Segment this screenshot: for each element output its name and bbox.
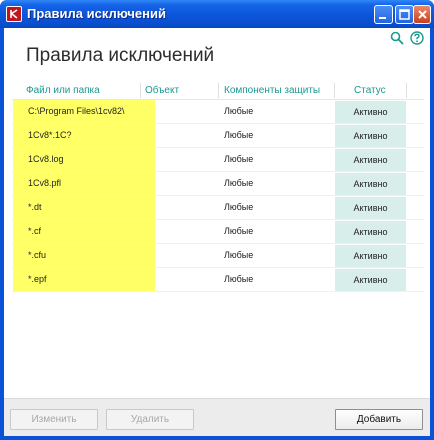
status-badge: Активно (335, 221, 406, 243)
cell-path: C:\Program Files\1cv82\ (28, 106, 125, 116)
column-divider (406, 83, 407, 98)
table-row[interactable]: *.dt Любые Активно (12, 196, 424, 220)
window-border-bottom (0, 436, 434, 440)
cell-components: Любые (224, 106, 254, 116)
cell-path: 1Cv8*.1C? (28, 130, 72, 140)
cell-path: *.cf (28, 226, 42, 236)
row-divider (12, 291, 424, 292)
help-icon[interactable] (410, 30, 424, 45)
delete-button[interactable]: Удалить (106, 409, 194, 430)
column-header-components[interactable]: Компоненты защиты (224, 85, 320, 96)
edit-button[interactable]: Изменить (10, 409, 98, 430)
table-row[interactable]: 1Cv8.pfl Любые Активно (12, 172, 424, 196)
column-divider (218, 83, 219, 98)
status-badge: Активно (335, 173, 406, 195)
cell-components: Любые (224, 250, 254, 260)
status-badge: Активно (335, 245, 406, 267)
add-button[interactable]: Добавить (335, 409, 423, 430)
minimize-button[interactable] (374, 5, 393, 24)
cell-path: *.cfu (28, 250, 47, 260)
table-row[interactable]: *.epf Любые Активно (12, 268, 424, 292)
search-icon[interactable] (390, 30, 404, 45)
column-divider (140, 83, 141, 98)
page-title: Правила исключений (26, 45, 215, 66)
cell-path: 1Cv8.log (28, 154, 64, 164)
window-title: Правила исключений (27, 6, 166, 21)
table-row[interactable]: 1Cv8.log Любые Активно (12, 148, 424, 172)
column-header-status[interactable]: Статус (354, 85, 386, 96)
dialog-footer: Изменить Удалить Добавить (4, 398, 430, 436)
window-border-right (430, 28, 434, 440)
cell-path: *.dt (28, 202, 42, 212)
status-badge: Активно (335, 125, 406, 147)
table-row[interactable]: *.cfu Любые Активно (12, 244, 424, 268)
table-row[interactable]: C:\Program Files\1cv82\ Любые Активно (12, 100, 424, 124)
cell-path: 1Cv8.pfl (28, 178, 62, 188)
cell-components: Любые (224, 274, 254, 284)
column-header-object[interactable]: Объект (145, 85, 179, 96)
cell-components: Любые (224, 154, 254, 164)
cell-components: Любые (224, 202, 254, 212)
column-divider (334, 83, 335, 98)
status-badge: Активно (335, 149, 406, 171)
dialog-content: Правила исключений Файл или папка Объект… (4, 28, 430, 436)
column-header-path[interactable]: Файл или папка (26, 85, 100, 96)
title-bar[interactable]: Правила исключений (0, 0, 434, 28)
status-badge: Активно (335, 269, 406, 291)
cell-components: Любые (224, 130, 254, 140)
status-badge: Активно (335, 197, 406, 219)
cell-components: Любые (224, 226, 254, 236)
maximize-button[interactable] (395, 5, 414, 24)
cell-components: Любые (224, 178, 254, 188)
app-window: Правила исключений Правила исключений Фа… (0, 0, 434, 440)
cell-path: *.epf (28, 274, 47, 284)
app-logo-icon (6, 6, 22, 22)
close-button[interactable] (413, 5, 431, 24)
table-row[interactable]: *.cf Любые Активно (12, 220, 424, 244)
status-badge: Активно (335, 101, 406, 123)
table-row[interactable]: 1Cv8*.1C? Любые Активно (12, 124, 424, 148)
